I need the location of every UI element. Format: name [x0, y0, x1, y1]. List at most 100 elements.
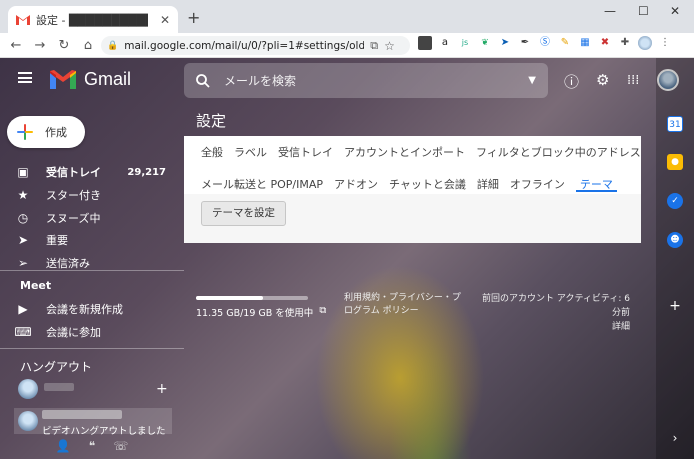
activity-details-link[interactable]: 詳細: [470, 320, 630, 334]
tab-inbox[interactable]: 受信トレイ: [278, 144, 333, 160]
compose-plus-icon: [17, 124, 33, 140]
gear-icon[interactable]: ⚙: [596, 71, 609, 89]
clock-icon: ◷: [17, 211, 29, 225]
show-side-panel-icon[interactable]: ›: [667, 430, 683, 446]
person-icon[interactable]: 👤: [56, 439, 71, 453]
storage-usage: 11.35 GB/19 GB を使用中 ⧉: [196, 305, 326, 319]
contact-avatar: [18, 411, 38, 431]
browser-tab-strip: 設定 - ████████████ - G ✕ + — ☐ ✕: [0, 0, 694, 33]
hangouts-bottom-bar: 👤 ❝ ☏: [0, 432, 184, 459]
extension-leaf-icon[interactable]: ❦: [478, 36, 492, 50]
tasks-icon[interactable]: ✓: [667, 193, 683, 209]
phone-icon[interactable]: ☏: [113, 439, 128, 453]
browser-toolbar: ← → ↻ ⌂ 🔒 mail.google.com/mail/u/0/?pli=…: [0, 33, 694, 58]
menu-dots-icon[interactable]: ⋮: [658, 36, 672, 50]
support-icon[interactable]: ⓘ: [564, 71, 579, 92]
tab-chat[interactable]: チャットと会議: [389, 176, 466, 192]
search-box[interactable]: メールを検索 ▼: [184, 63, 548, 98]
back-icon[interactable]: ←: [4, 38, 28, 53]
add-hangout-button[interactable]: +: [156, 381, 168, 397]
compose-label: 作成: [45, 126, 67, 139]
tab-filters[interactable]: フィルタとブロック中のアドレス: [476, 144, 641, 160]
extension-skype-icon[interactable]: Ⓢ: [538, 36, 552, 50]
meet-join-meeting[interactable]: ⌨ 会議に参加: [0, 321, 180, 343]
nav-label: 受信トレイ: [46, 166, 101, 179]
tab-general[interactable]: 全般: [201, 144, 223, 160]
lock-icon: 🔒: [107, 40, 119, 51]
reload-icon[interactable]: ↻: [52, 38, 76, 53]
tab-forwarding[interactable]: メール転送と POP/IMAP: [201, 176, 323, 192]
extension-book-icon[interactable]: [418, 36, 432, 50]
video-icon: ▶: [18, 302, 28, 316]
profile-avatar-icon[interactable]: [638, 36, 652, 50]
activity-text-2: 分前: [611, 308, 630, 318]
forward-icon[interactable]: →: [28, 38, 52, 53]
compose-button[interactable]: 作成: [7, 116, 85, 148]
settings-panel: 全般 ラベル 受信トレイ アカウントとインポート フィルタとブロック中のアドレス…: [184, 136, 641, 243]
manage-storage-icon[interactable]: ⧉: [319, 305, 326, 319]
apps-grid-icon[interactable]: ⁞⁞⁞: [627, 73, 639, 88]
search-icon[interactable]: [196, 73, 210, 88]
send-icon: ➢: [17, 256, 29, 270]
hangouts-heading: ハングアウト: [20, 360, 93, 374]
nav-item-snoozed[interactable]: ◷ スヌーズ中: [0, 207, 180, 229]
inbox-icon: ▣: [17, 165, 29, 179]
extension-a-icon[interactable]: a: [438, 36, 452, 50]
close-window-button[interactable]: ✕: [670, 4, 680, 18]
nav-item-important[interactable]: ➤ 重要: [0, 229, 180, 251]
hangouts-user-avatar[interactable]: [18, 379, 38, 399]
storage-meter-fill: [196, 296, 264, 300]
nav-item-inbox[interactable]: ▣ 受信トレイ 29,217: [0, 161, 180, 183]
main-menu-icon[interactable]: [18, 72, 32, 83]
extension-cursor-icon[interactable]: ➤: [498, 36, 512, 50]
open-in-icon[interactable]: ⧉: [370, 39, 378, 53]
extension-calendar-icon[interactable]: ▦: [578, 36, 592, 50]
contacts-icon[interactable]: ☻: [667, 232, 683, 248]
tab-advanced[interactable]: 詳細: [477, 176, 499, 192]
get-addons-icon[interactable]: +: [667, 298, 683, 314]
hangout-conversation[interactable]: ビデオハングアウトしました: [14, 408, 172, 437]
extension-note-icon[interactable]: ✎: [558, 36, 572, 50]
tab-close-icon[interactable]: ✕: [160, 13, 170, 27]
meet-label: 会議を新規作成: [46, 303, 123, 316]
gmail-logo[interactable]: Gmail: [50, 69, 131, 90]
storage-text: 11.35 GB/19 GB を使用中: [196, 308, 314, 319]
footer-links[interactable]: 利用規約・プライバシー・プログラム ポリシー: [344, 292, 466, 318]
bookmark-star-icon[interactable]: ☆: [384, 39, 395, 53]
nav-item-starred[interactable]: ★ スター付き: [0, 184, 180, 206]
tab-addons[interactable]: アドオン: [334, 176, 378, 192]
extension-js-icon[interactable]: js: [458, 36, 472, 50]
search-options-icon[interactable]: ▼: [528, 75, 536, 86]
extension-cross-icon[interactable]: ✖: [598, 36, 612, 50]
address-bar[interactable]: 🔒 mail.google.com/mail/u/0/?pli=1#settin…: [101, 36, 410, 55]
star-icon: ★: [17, 188, 29, 202]
activity-text: 前回のアカウント アクティビティ: 6: [482, 294, 630, 304]
set-theme-button[interactable]: テーマを設定: [201, 201, 286, 226]
page-title: 設定: [196, 112, 227, 130]
meet-new-meeting[interactable]: ▶ 会議を新規作成: [0, 298, 180, 320]
meet-heading: Meet: [20, 279, 52, 292]
contact-name: [42, 410, 122, 419]
keep-icon[interactable]: ●: [667, 154, 683, 170]
tab-title: 設定 - ████████████ - G: [36, 13, 148, 27]
tab-labels[interactable]: ラベル: [234, 144, 267, 160]
hangouts-icon[interactable]: ❝: [89, 439, 95, 453]
browser-tab[interactable]: 設定 - ████████████ - G ✕: [8, 6, 178, 33]
tab-accounts[interactable]: アカウントとインポート: [344, 144, 465, 160]
storage-meter: [196, 296, 308, 300]
nav-label: スヌーズ中: [46, 212, 101, 225]
extension-pen-icon[interactable]: ✒: [518, 36, 532, 50]
maximize-button[interactable]: ☐: [638, 4, 649, 18]
new-tab-button[interactable]: +: [187, 8, 200, 27]
keyboard-icon: ⌨: [14, 325, 32, 339]
meet-label: 会議に参加: [46, 326, 101, 339]
tab-offline[interactable]: オフライン: [510, 176, 565, 192]
tab-themes[interactable]: テーマ: [575, 176, 617, 192]
calendar-icon[interactable]: 31: [667, 116, 683, 132]
extensions-puzzle-icon[interactable]: ✚: [618, 36, 632, 50]
gmail-app: Gmail メールを検索 ▼ ⓘ ⚙ ⁞⁞⁞ 作成 ▣ 受信トレイ 29,217…: [0, 58, 694, 459]
home-icon[interactable]: ⌂: [76, 38, 100, 53]
nav-label: 重要: [46, 234, 68, 247]
minimize-button[interactable]: —: [604, 4, 616, 18]
gmail-favicon-icon: [16, 15, 30, 25]
